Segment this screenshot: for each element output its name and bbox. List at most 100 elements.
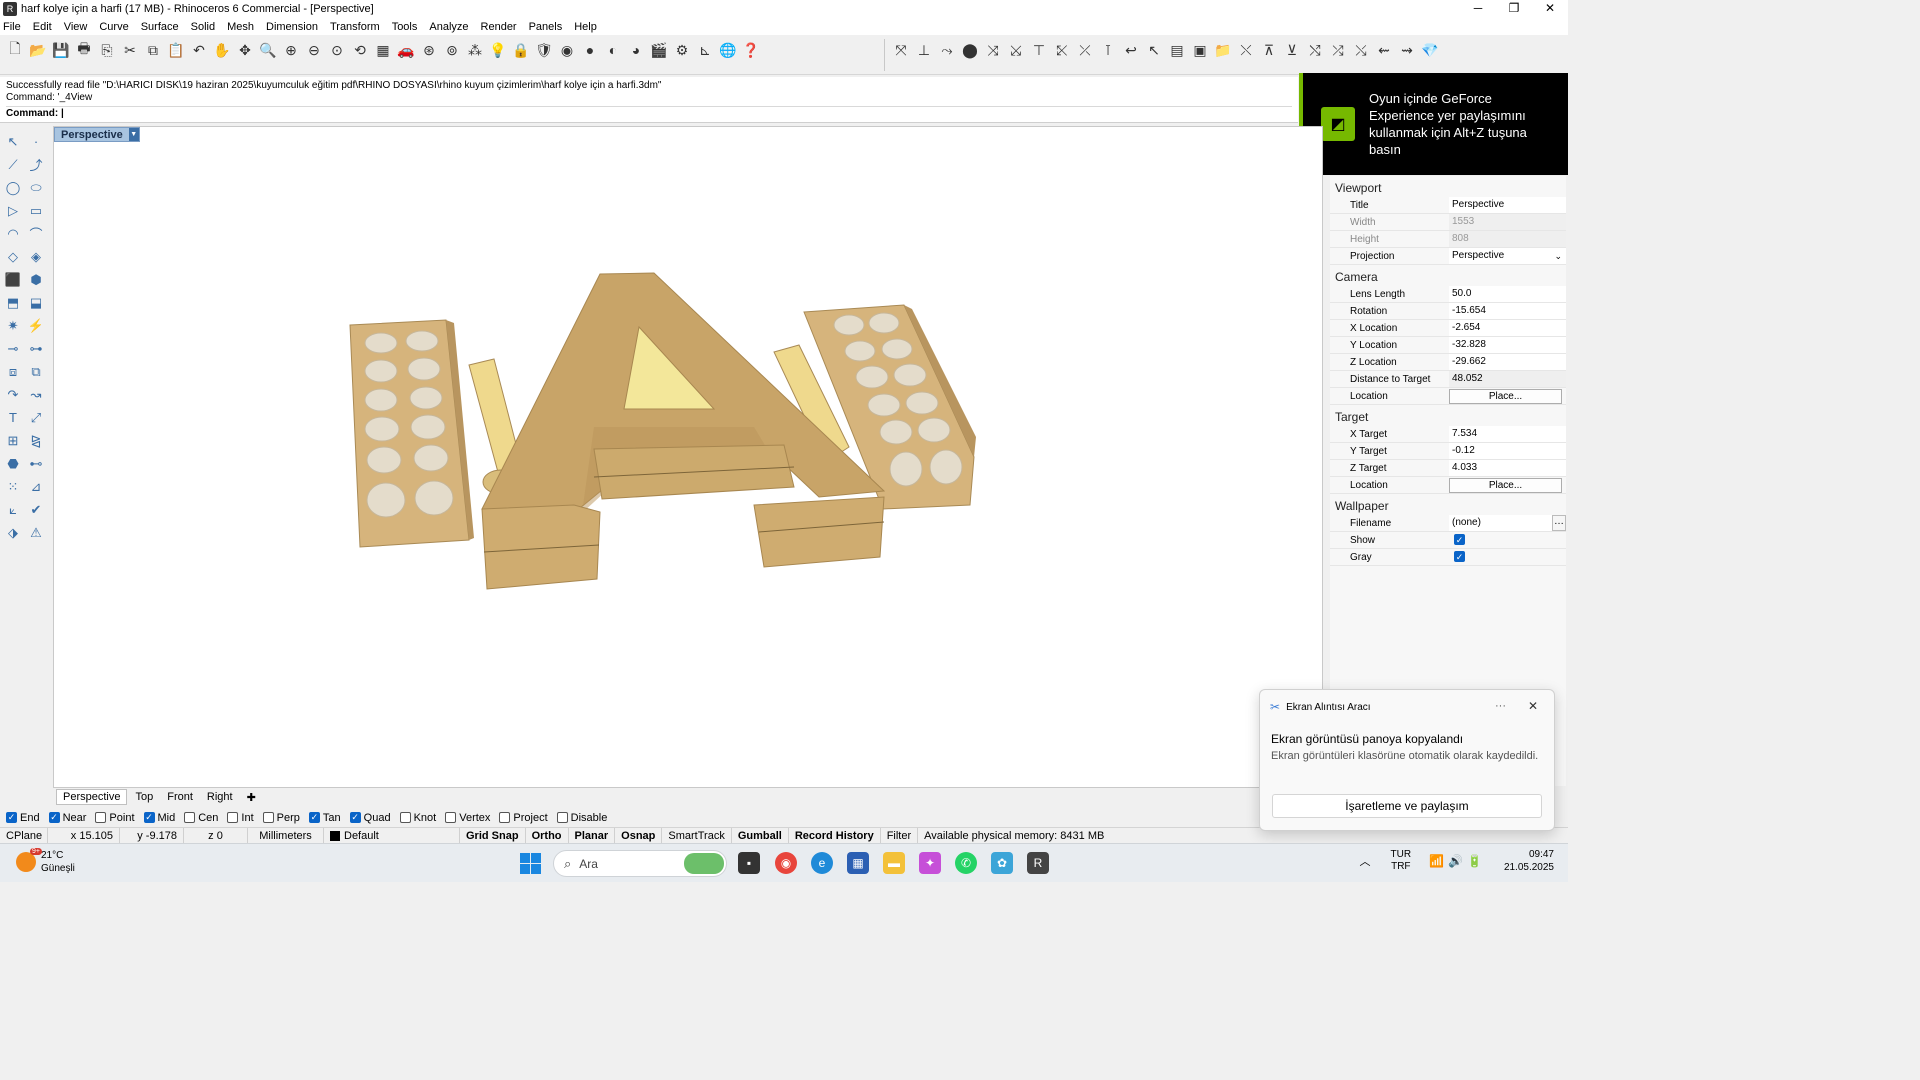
point-icon[interactable]: · bbox=[26, 132, 46, 152]
ortho-toggle[interactable]: Ortho bbox=[526, 827, 569, 844]
osnap-checkbox[interactable] bbox=[227, 812, 239, 823]
osnap-perp[interactable]: Perp bbox=[262, 812, 300, 824]
menu-edit[interactable]: Edit bbox=[33, 21, 52, 33]
rhino-taskbar-icon[interactable]: R bbox=[1027, 852, 1049, 874]
command-prompt[interactable]: Command: | bbox=[6, 106, 1292, 120]
lock-icon[interactable]: 🔒 bbox=[510, 39, 532, 61]
menu-transform[interactable]: Transform bbox=[330, 21, 380, 33]
curve-tool-3-icon[interactable]: ⤳ bbox=[936, 39, 958, 61]
curve-tool-4-icon[interactable]: ⬤ bbox=[959, 39, 981, 61]
cplane-label[interactable]: CPlane bbox=[0, 827, 48, 844]
extrude-icon[interactable]: ⬒ bbox=[3, 293, 23, 313]
boolean-icon[interactable]: ⬢ bbox=[26, 270, 46, 290]
add-viewport-icon[interactable]: ✚ bbox=[241, 790, 262, 805]
layer-icon[interactable]: 🛡 bbox=[533, 39, 555, 61]
grid-snap-toggle[interactable]: Grid Snap bbox=[460, 827, 526, 844]
color-wheel-icon[interactable]: ◉ bbox=[556, 39, 578, 61]
globe-icon[interactable]: 🌐 bbox=[717, 39, 739, 61]
osnap-mid[interactable]: ✓ Mid bbox=[143, 812, 175, 824]
tab-top[interactable]: Top bbox=[129, 790, 159, 804]
maximize-button[interactable]: ❐ bbox=[1496, 0, 1532, 18]
mesh-icon[interactable]: ⬓ bbox=[26, 293, 46, 313]
osnap-checkbox[interactable]: ✓ bbox=[6, 812, 17, 823]
osnap-vertex[interactable]: Vertex bbox=[445, 812, 490, 824]
start-button[interactable] bbox=[520, 853, 541, 874]
mirror-icon[interactable]: ⧎ bbox=[26, 431, 46, 451]
join-icon[interactable]: ⧉ bbox=[26, 362, 46, 382]
block-icon[interactable]: ▣ bbox=[1189, 39, 1211, 61]
prop-title-field[interactable]: Perspective bbox=[1449, 197, 1566, 213]
warning-icon[interactable]: ⚠ bbox=[26, 523, 46, 543]
filter-toggle[interactable]: Filter bbox=[881, 827, 919, 844]
blend-icon[interactable]: ↝ bbox=[26, 385, 46, 405]
ellipse-icon[interactable]: ⬭ bbox=[26, 178, 46, 198]
task-view-icon[interactable]: ▪ bbox=[738, 852, 760, 874]
curve-tool-9-icon[interactable]: ⤫ bbox=[1074, 39, 1096, 61]
osnap-end[interactable]: ✓ End bbox=[6, 812, 40, 824]
viewport-menu-arrow-icon[interactable]: ▼ bbox=[128, 128, 139, 141]
whatsapp-icon[interactable]: ✆ bbox=[955, 852, 977, 874]
zoom-extents-icon[interactable]: ⊖ bbox=[303, 39, 325, 61]
loft-icon[interactable]: ◈ bbox=[26, 247, 46, 267]
osnap-int[interactable]: Int bbox=[227, 812, 254, 824]
curve-tool-1-icon[interactable]: ⤧ bbox=[890, 39, 912, 61]
menu-dimension[interactable]: Dimension bbox=[266, 21, 318, 33]
table-icon[interactable]: ▤ bbox=[1166, 39, 1188, 61]
osnap-checkbox[interactable] bbox=[95, 812, 107, 823]
osnap-checkbox[interactable] bbox=[399, 812, 411, 823]
minimize-button[interactable]: ─ bbox=[1460, 0, 1496, 18]
print-icon[interactable]: 🖶 bbox=[73, 39, 95, 61]
help-icon[interactable]: ❓ bbox=[740, 39, 762, 61]
tray-chevron-up-icon[interactable]: ︿ bbox=[1360, 853, 1371, 869]
render-icon[interactable]: 🎬 bbox=[648, 39, 670, 61]
car-icon[interactable]: 🚗 bbox=[395, 39, 417, 61]
menu-surface[interactable]: Surface bbox=[141, 21, 179, 33]
trim-icon[interactable]: ⊸ bbox=[3, 339, 23, 359]
paste-icon[interactable]: 📋 bbox=[165, 39, 187, 61]
curve-tool-13-icon[interactable]: ⊼ bbox=[1258, 39, 1280, 61]
select-arrow-icon[interactable]: ↖ bbox=[3, 132, 23, 152]
osnap-near[interactable]: ✓ Near bbox=[48, 812, 86, 824]
edge-icon[interactable]: e bbox=[811, 852, 833, 874]
rectangle-icon[interactable]: ▭ bbox=[26, 201, 46, 221]
osnap-toggle[interactable]: Osnap bbox=[615, 827, 663, 844]
copy-icon[interactable]: ⧉ bbox=[142, 39, 164, 61]
move-icon[interactable]: ⤢ bbox=[26, 408, 46, 428]
osnap-checkbox[interactable]: ✓ bbox=[143, 812, 155, 823]
prop-projection-select[interactable]: Perspective ⌄ bbox=[1449, 248, 1566, 264]
copilot-icon[interactable]: ✦ bbox=[919, 852, 941, 874]
tab-right[interactable]: Right bbox=[201, 790, 239, 804]
cut-icon[interactable]: ✂ bbox=[119, 39, 141, 61]
surface-icon[interactable]: ◇ bbox=[3, 247, 23, 267]
polyline-icon[interactable]: ⟋ bbox=[3, 155, 23, 175]
menu-analyze[interactable]: Analyze bbox=[429, 21, 468, 33]
osnap-checkbox[interactable] bbox=[262, 812, 274, 823]
offset-icon[interactable]: ↷ bbox=[3, 385, 23, 405]
undo-icon[interactable]: ↶ bbox=[188, 39, 210, 61]
solid-icon[interactable]: ⬣ bbox=[3, 454, 23, 474]
options-gear-icon[interactable]: ⚙ bbox=[671, 39, 693, 61]
light-bulb-icon[interactable]: 💡 bbox=[487, 39, 509, 61]
perspective-viewport[interactable]: Perspective ▼ bbox=[53, 126, 1323, 788]
prop-rotation-field[interactable]: -15.654 bbox=[1449, 303, 1566, 319]
grid-array-icon[interactable]: ⁙ bbox=[3, 477, 23, 497]
menu-view[interactable]: View bbox=[64, 21, 88, 33]
viewport-title[interactable]: Perspective ▼ bbox=[54, 127, 140, 142]
zoom-selected-icon[interactable]: ⊙ bbox=[326, 39, 348, 61]
tab-front[interactable]: Front bbox=[161, 790, 199, 804]
layer-display[interactable]: Default bbox=[324, 827, 460, 844]
osnap-checkbox[interactable] bbox=[556, 812, 568, 823]
save-icon[interactable]: 💾 bbox=[50, 39, 72, 61]
language-indicator[interactable]: TUR TRF bbox=[1391, 849, 1412, 873]
target-place-button[interactable]: Place... bbox=[1449, 477, 1562, 493]
curve-tool-18-icon[interactable]: ⇜ bbox=[1373, 39, 1395, 61]
curve-tool-14-icon[interactable]: ⊻ bbox=[1281, 39, 1303, 61]
grid-icon[interactable]: ▦ bbox=[372, 39, 394, 61]
curve-tool-8-icon[interactable]: ⤪ bbox=[1051, 39, 1073, 61]
prop-ytarget-field[interactable]: -0.12 bbox=[1449, 443, 1566, 459]
planar-toggle[interactable]: Planar bbox=[569, 827, 616, 844]
polygon-icon[interactable]: ▷ bbox=[3, 201, 23, 221]
box-icon[interactable]: ⬛ bbox=[3, 270, 23, 290]
open-file-icon[interactable]: 📂 bbox=[27, 39, 49, 61]
osnap-point[interactable]: Point bbox=[95, 812, 135, 824]
